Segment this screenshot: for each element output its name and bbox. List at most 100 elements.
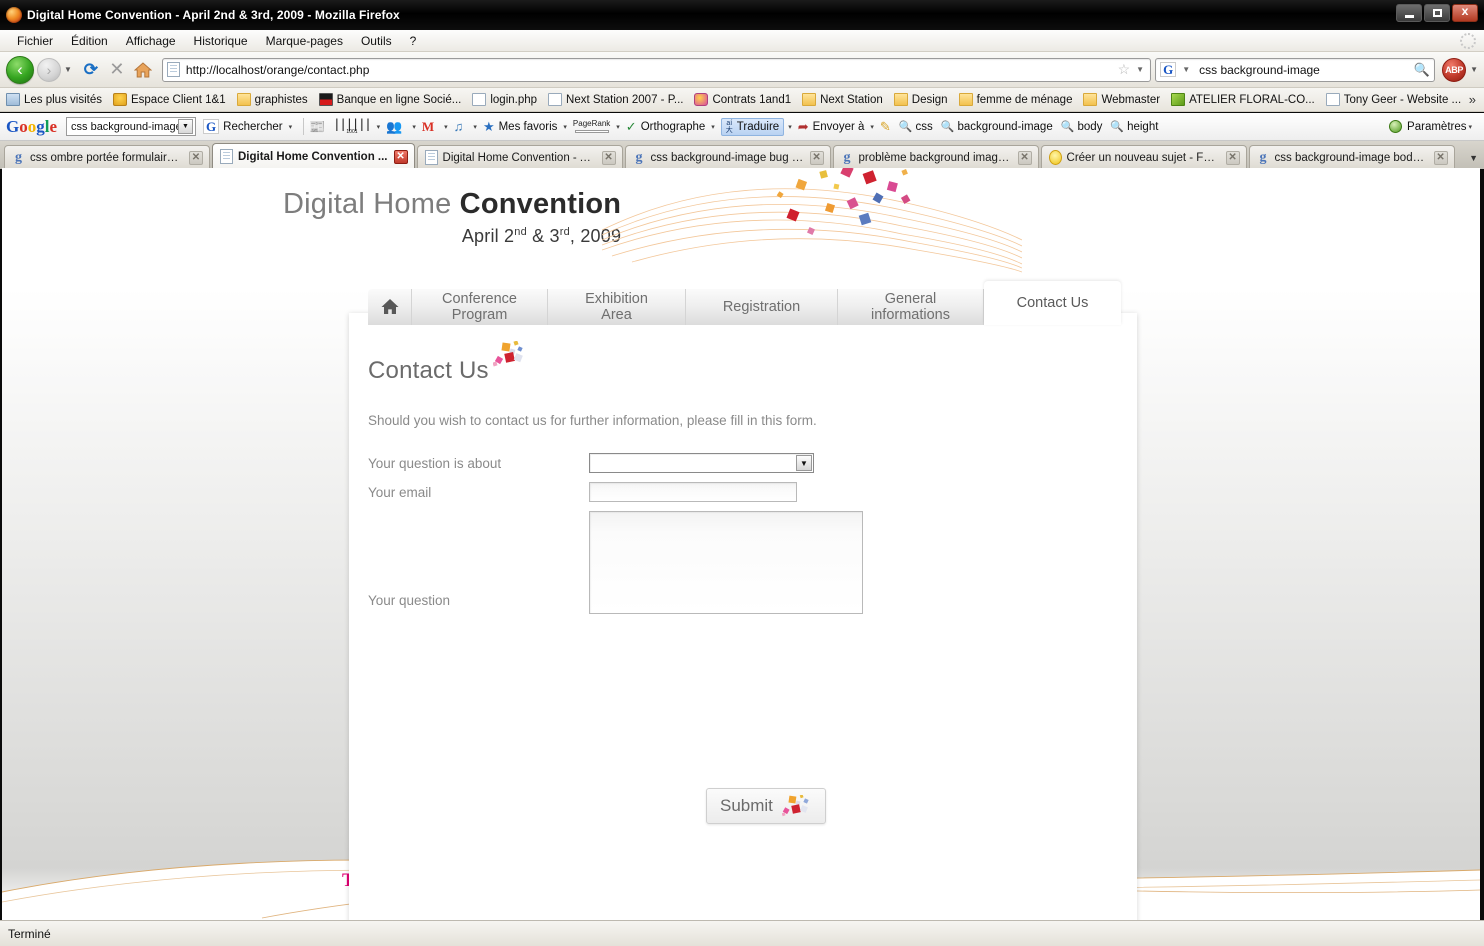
menu-historique[interactable]: Historique: [185, 32, 257, 50]
bookmark-item[interactable]: graphistes: [236, 93, 308, 106]
sendto-button[interactable]: ➦ Envoyer à: [798, 119, 865, 135]
bookmark-item[interactable]: Next Station: [802, 93, 883, 106]
page-viewport: Digital Home Convention April 2nd & 3rd,…: [2, 168, 1480, 920]
bookmark-item[interactable]: Les plus visités: [6, 93, 102, 106]
minimize-button[interactable]: [1396, 4, 1422, 22]
forward-button[interactable]: ›: [37, 57, 61, 82]
bookmark-item[interactable]: Next Station 2007 - P...: [548, 93, 683, 106]
tab-close-icon[interactable]: ✕: [1017, 150, 1032, 165]
menu-outils[interactable]: Outils: [352, 32, 401, 50]
highlight-term[interactable]: 🔍 body: [1061, 120, 1103, 134]
barcode-icon[interactable]: |||||| 1001: [333, 118, 371, 135]
home-icon[interactable]: [130, 57, 156, 83]
browser-tab[interactable]: g css background-image body h... ✕: [1248, 145, 1455, 169]
browser-tab[interactable]: g problème background image a... ✕: [832, 145, 1039, 169]
email-field[interactable]: [589, 482, 797, 502]
spellcheck-button[interactable]: ✓ Orthographe: [626, 119, 705, 135]
browser-tab-active[interactable]: Digital Home Convention ... ✕: [212, 143, 415, 169]
search-bar[interactable]: G ▼ css background-image 🔍: [1155, 57, 1436, 82]
highlight-term[interactable]: 🔍 css: [899, 120, 933, 134]
url-bar[interactable]: http://localhost/orange/contact.php ☆ ▼: [161, 57, 1152, 82]
url-dropdown-icon[interactable]: ▼: [1136, 65, 1144, 74]
menu-marque-pages[interactable]: Marque-pages: [257, 32, 352, 50]
tab-close-icon[interactable]: ✕: [393, 149, 408, 164]
tab-close-icon[interactable]: ✕: [601, 150, 616, 165]
tab-close-icon[interactable]: ✕: [1225, 150, 1240, 165]
people-caret-icon[interactable]: ▾: [412, 123, 416, 131]
highlight-term[interactable]: 🔍 height: [1110, 120, 1158, 134]
tab-list-icon[interactable]: ▼: [1469, 153, 1478, 163]
maximize-button[interactable]: [1424, 4, 1450, 22]
bookmark-item[interactable]: Espace Client 1&1: [112, 93, 226, 106]
browser-tab[interactable]: Digital Home Convention - Apri... ✕: [416, 145, 623, 169]
menu-edition[interactable]: Édition: [62, 32, 117, 50]
subject-select[interactable]: ▼: [589, 453, 814, 473]
nav-item-conference-program[interactable]: Conference Program: [412, 289, 548, 325]
google-search-button[interactable]: G Rechercher: [203, 119, 283, 134]
browser-tab[interactable]: g css ombre portée formulaire in... ✕: [4, 145, 210, 169]
search-magnifier-icon[interactable]: 🔍: [1414, 62, 1430, 78]
google-bookmarks-button[interactable]: ★ Mes favoris: [483, 119, 557, 135]
pagerank-indicator[interactable]: PageRank: [573, 119, 610, 133]
bookmark-item[interactable]: Design: [893, 93, 948, 106]
bookmarks-overflow-icon[interactable]: »: [1469, 92, 1476, 107]
gmail-caret-icon[interactable]: ▾: [444, 123, 448, 131]
google-news-icon[interactable]: 📰: [309, 119, 329, 135]
google-search-dropdown-icon[interactable]: ▼: [178, 119, 194, 134]
google-settings-button[interactable]: Paramètres ▾: [1389, 120, 1478, 133]
google-search-caret-icon[interactable]: ▾: [289, 123, 293, 131]
settings-caret-icon[interactable]: ▾: [1468, 123, 1472, 131]
stop-icon[interactable]: ✕: [104, 57, 130, 83]
bookmarks-caret-icon[interactable]: ▾: [563, 123, 567, 131]
google-people-icon[interactable]: 👥: [386, 119, 406, 135]
bookmark-item[interactable]: Contrats 1and1: [694, 93, 791, 106]
browser-tab[interactable]: g css background-image bug fire... ✕: [624, 145, 831, 169]
tab-close-icon[interactable]: ✕: [809, 150, 824, 165]
bookmark-item[interactable]: Tony Geer - Website ...: [1325, 93, 1461, 106]
question-textarea[interactable]: [589, 511, 863, 614]
menu-help[interactable]: ?: [401, 32, 426, 50]
menu-affichage[interactable]: Affichage: [117, 32, 185, 50]
adblock-plus-icon[interactable]: ABP: [1442, 57, 1467, 82]
pagerank-caret-icon[interactable]: ▾: [616, 123, 620, 131]
highlight-term[interactable]: 🔍 background-image: [941, 120, 1053, 134]
bookmark-item[interactable]: Banque en ligne Socié...: [318, 93, 461, 106]
search-engine-icon[interactable]: G: [1160, 62, 1177, 77]
tab-label: problème background image a...: [858, 151, 1012, 164]
google-search-input[interactable]: css background-image ▼: [66, 117, 197, 136]
nav-item-registration[interactable]: Registration: [686, 289, 838, 325]
bookmark-label: login.php: [490, 93, 538, 106]
history-dropdown-icon[interactable]: ▼: [64, 65, 72, 74]
toolbar-overflow-icon[interactable]: ▼: [1470, 65, 1478, 74]
bookmark-item[interactable]: ATELIER FLORAL-CO...: [1171, 93, 1315, 106]
highlight-pen-icon[interactable]: ✎: [880, 119, 895, 135]
search-input[interactable]: css background-image: [1199, 63, 1320, 77]
chevron-down-icon[interactable]: ▼: [796, 455, 812, 471]
nav-item-home[interactable]: [368, 289, 412, 325]
nav-item-general-informations[interactable]: General informations: [838, 289, 984, 325]
submit-button[interactable]: Submit: [706, 788, 826, 824]
barcode-caret-icon[interactable]: ▾: [377, 123, 381, 131]
close-button[interactable]: X: [1452, 4, 1478, 22]
spellcheck-caret-icon[interactable]: ▾: [711, 123, 715, 131]
search-engine-dropdown-icon[interactable]: ▼: [1182, 65, 1190, 74]
bookmark-item[interactable]: Webmaster: [1083, 93, 1160, 106]
menu-fichier[interactable]: Fichier: [8, 32, 62, 50]
nav-item-exhibition-area[interactable]: Exhibition Area: [548, 289, 686, 325]
back-button[interactable]: ‹: [6, 55, 34, 84]
translate-button[interactable]: aí 大 Traduire: [720, 117, 785, 136]
google-music-icon[interactable]: ♫: [454, 119, 468, 134]
bookmark-item[interactable]: login.php: [472, 93, 537, 106]
music-caret-icon[interactable]: ▾: [473, 123, 477, 131]
gmail-icon[interactable]: M: [422, 119, 438, 135]
bookmark-item[interactable]: femme de ménage: [958, 93, 1072, 106]
highlight-term-label: body: [1077, 120, 1103, 133]
bookmark-star-icon[interactable]: ☆: [1118, 61, 1131, 78]
tab-close-icon[interactable]: ✕: [1433, 150, 1448, 165]
translate-caret-icon[interactable]: ▾: [788, 123, 792, 131]
tab-close-icon[interactable]: ✕: [189, 150, 203, 165]
nav-item-contact-us[interactable]: Contact Us: [984, 281, 1121, 325]
reload-icon[interactable]: ⟳: [78, 57, 104, 83]
browser-tab[interactable]: Créer un nouveau sujet - Foru... ✕: [1040, 145, 1247, 169]
sendto-caret-icon[interactable]: ▾: [870, 123, 874, 131]
